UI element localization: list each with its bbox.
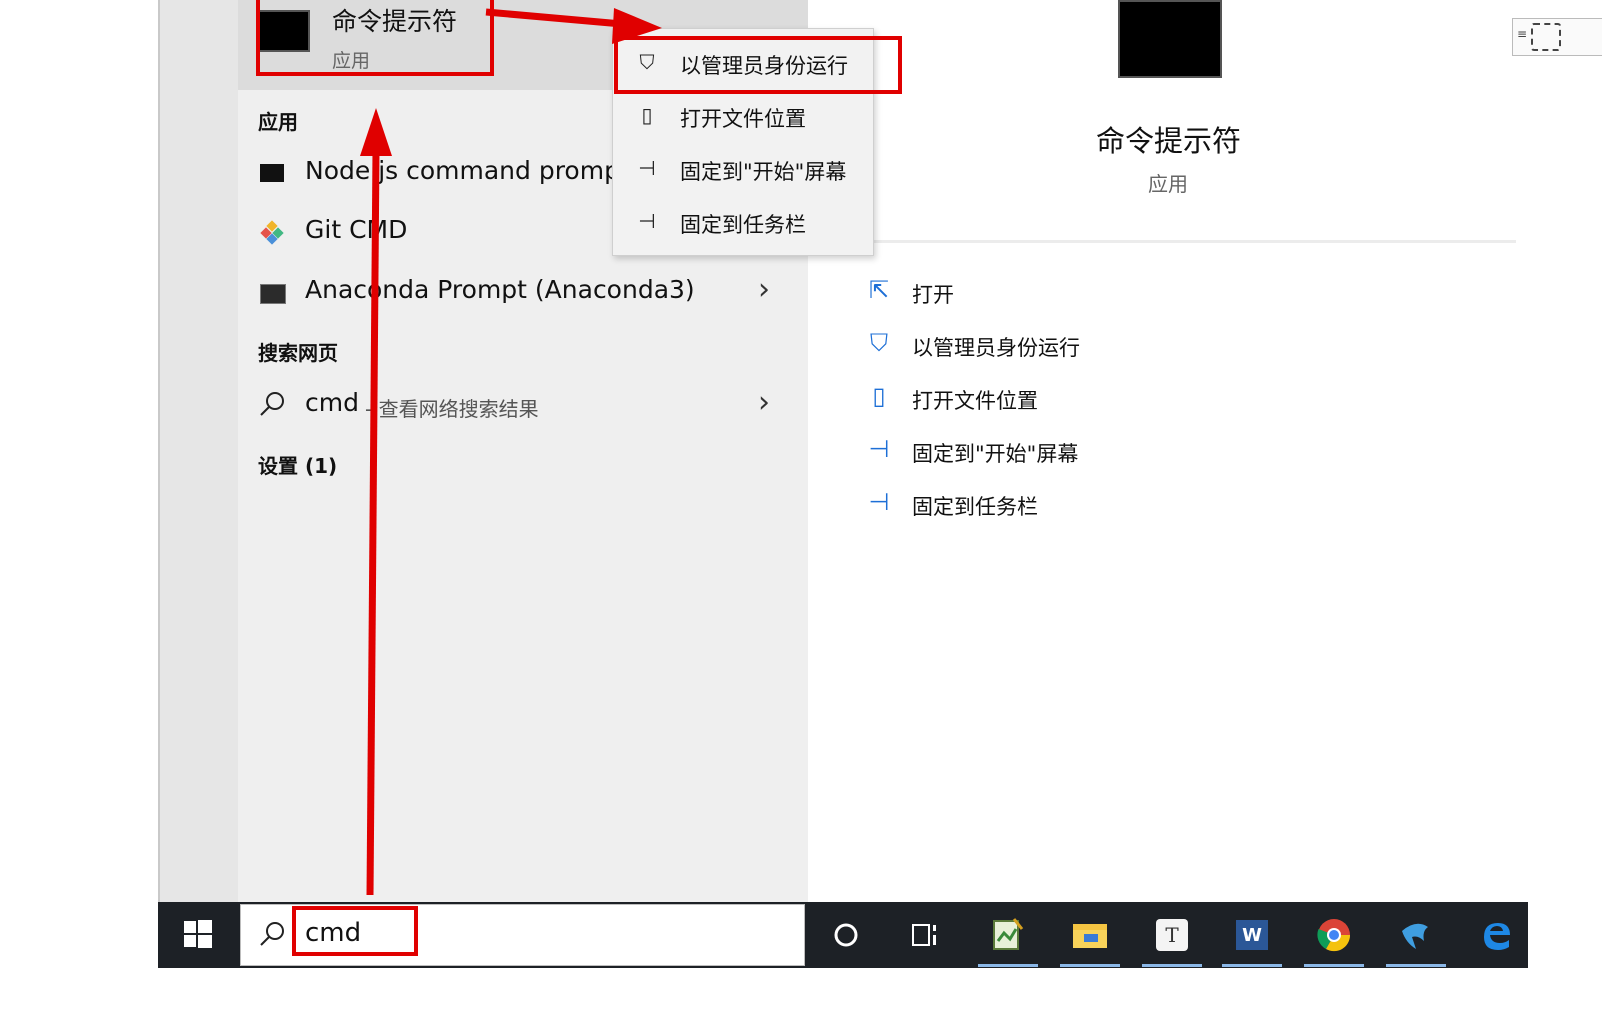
- annotation-arrows: [360, 8, 662, 896]
